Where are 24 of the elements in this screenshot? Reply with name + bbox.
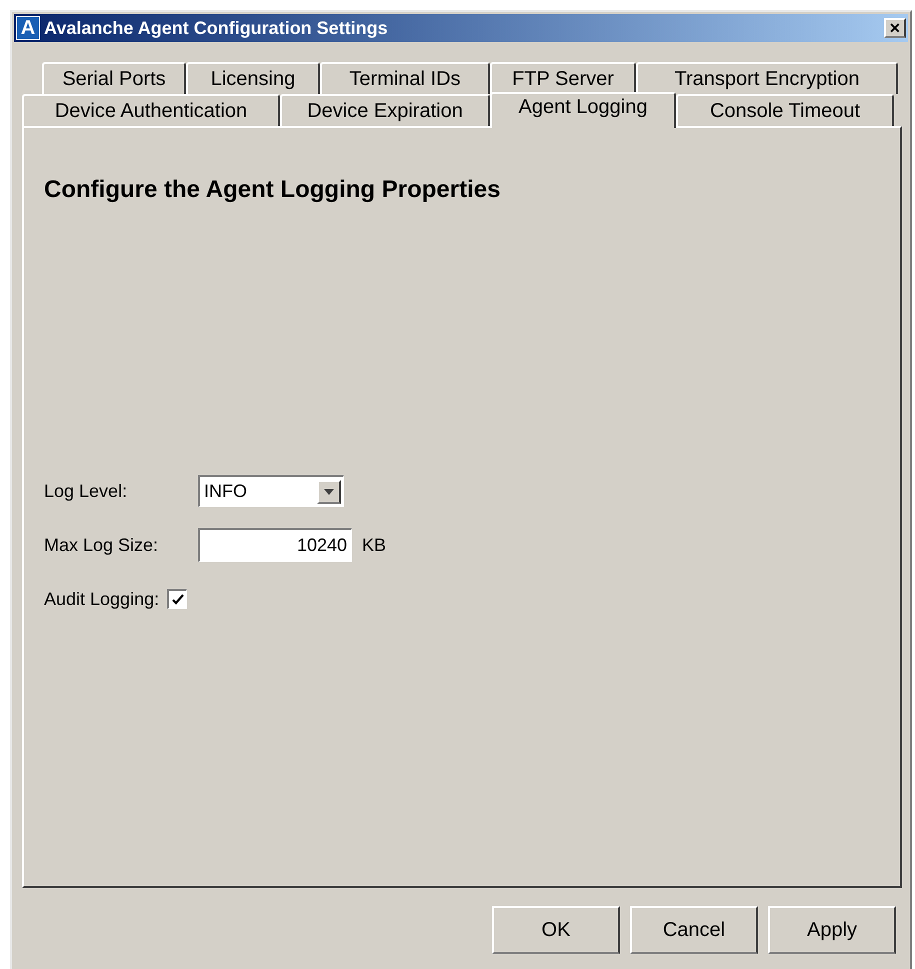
field-label: Log Level: — [44, 480, 128, 503]
tab[interactable]: Transport Encryption — [636, 62, 898, 94]
field-label: Max Log Size: — [44, 534, 160, 557]
panel-heading: Configure the Agent Logging Properties — [44, 175, 502, 205]
tab[interactable]: Console Timeout — [676, 94, 894, 126]
checkbox[interactable] — [167, 589, 188, 609]
logo-icon: A — [16, 16, 40, 40]
field-label: Audit Logging: — [44, 588, 160, 611]
dialog-button[interactable]: Apply — [768, 906, 896, 954]
tab[interactable]: Serial Ports — [42, 62, 186, 94]
tab[interactable]: FTP Server — [490, 62, 636, 94]
tab[interactable]: Terminal IDs — [320, 62, 490, 94]
window-title: Avalanche Agent Configuration Settings — [44, 16, 389, 40]
dialog-button[interactable]: Cancel — [630, 906, 758, 954]
close-button[interactable]: ✕ — [884, 18, 906, 38]
dialog-button[interactable]: OK — [492, 906, 620, 954]
tab[interactable]: Agent Logging — [490, 92, 676, 128]
check-icon — [172, 594, 184, 606]
tab[interactable]: Device Authentication — [22, 94, 280, 126]
tab[interactable]: Licensing — [186, 62, 320, 94]
log-level-dropdown[interactable]: INFO — [198, 475, 344, 507]
max-log-size-field[interactable]: 10240 — [198, 528, 352, 562]
tab[interactable]: Device Expiration — [280, 94, 490, 126]
unit-label: KB — [362, 534, 386, 556]
